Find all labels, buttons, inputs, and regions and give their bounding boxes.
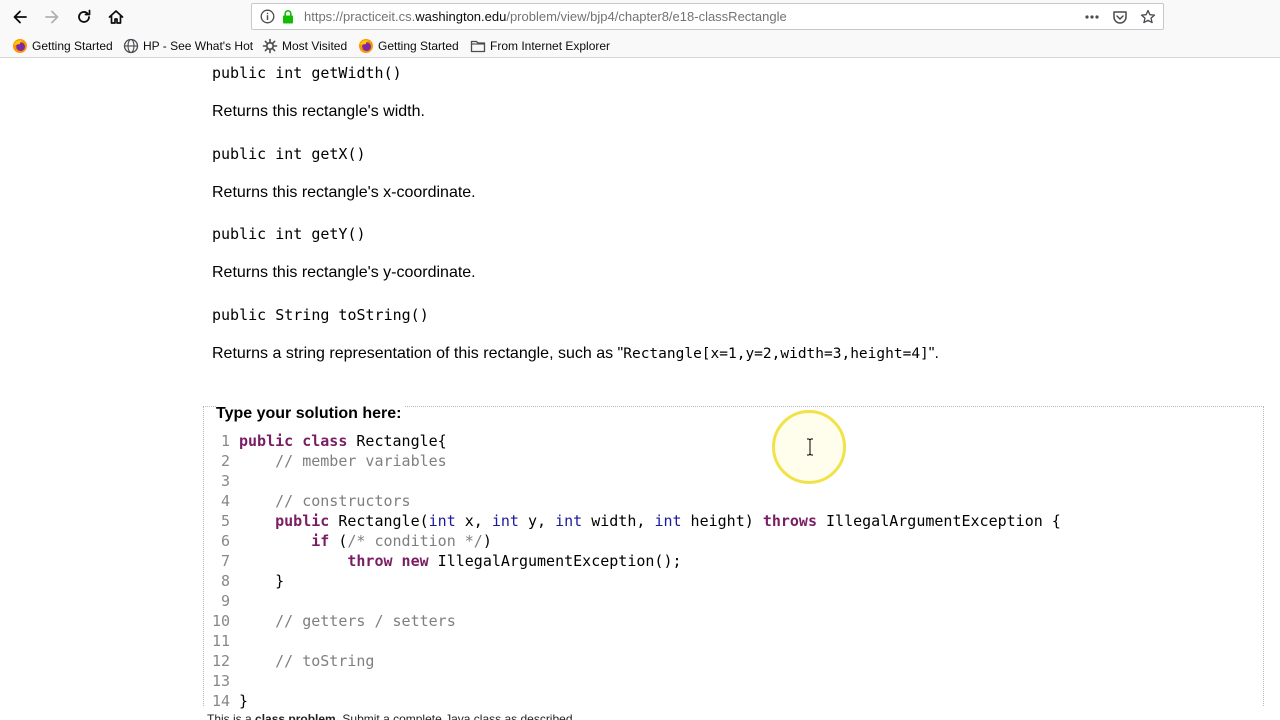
forward-arrow-icon xyxy=(45,10,59,24)
code-line[interactable]: 11 xyxy=(204,631,1263,651)
gear-icon xyxy=(262,38,278,54)
code-editor[interactable]: 1 public class Rectangle{ 2 // member var… xyxy=(204,422,1263,710)
page-content: public int getWidth() Returns this recta… xyxy=(0,58,1280,720)
home-button[interactable] xyxy=(102,3,130,31)
code-line[interactable]: 13 xyxy=(204,671,1263,691)
note-text: . Submit a complete Java class as descri… xyxy=(335,712,576,720)
code-line[interactable]: 9 xyxy=(204,591,1263,611)
method-signature: public String toString() xyxy=(212,306,429,324)
reload-button[interactable] xyxy=(70,3,98,31)
line-number: 14 xyxy=(211,692,230,710)
line-number: 2 xyxy=(220,452,230,470)
forward-button[interactable] xyxy=(38,3,66,31)
url-domain: washington.edu xyxy=(415,9,507,24)
code-line[interactable]: 8 } xyxy=(204,571,1263,591)
text-cursor-icon xyxy=(807,438,813,456)
line-number: 13 xyxy=(211,672,230,690)
code-line[interactable]: 4 // constructors xyxy=(204,491,1263,511)
code-line[interactable]: 5 public Rectangle(int x, int y, int wid… xyxy=(204,511,1263,531)
lock-icon[interactable] xyxy=(281,9,295,24)
line-number: 3 xyxy=(220,472,230,490)
code-line[interactable]: 7 throw new IllegalArgumentException(); xyxy=(204,551,1263,571)
code-text: } xyxy=(239,572,285,590)
code-line[interactable]: 2 // member variables xyxy=(204,451,1263,471)
solution-title: Type your solution here: xyxy=(216,405,405,423)
url-prefix: https://practiceit.cs. xyxy=(304,9,416,24)
address-bar-actions xyxy=(1081,6,1159,28)
address-bar[interactable]: https://practiceit.cs.washington.edu/pro… xyxy=(251,3,1164,30)
method-description: Returns this rectangle's width. xyxy=(212,103,425,120)
solution-box: Type your solution here: 1 public class R… xyxy=(203,405,1264,710)
code-text: if (/* condition */) xyxy=(311,532,492,550)
more-dots-icon xyxy=(1085,15,1099,19)
code-line[interactable]: 14} xyxy=(204,691,1263,711)
code-line[interactable]: 3 xyxy=(204,471,1263,491)
code-text: // constructors xyxy=(275,492,411,510)
code-text: public class Rectangle{ xyxy=(239,432,447,450)
method-signature: public int getY() xyxy=(212,225,366,243)
line-number: 12 xyxy=(211,652,230,670)
bookmark-label: Most Visited xyxy=(282,39,348,53)
home-icon xyxy=(108,10,124,24)
line-number: 6 xyxy=(220,532,230,550)
method-description: Returns this rectangle's y-coordinate. xyxy=(212,264,476,281)
bookmark-getting-started-2[interactable]: Getting Started xyxy=(358,38,459,54)
firefox-icon xyxy=(359,39,373,53)
code-line[interactable]: 12 // toString xyxy=(204,651,1263,671)
line-number: 1 xyxy=(220,432,230,450)
back-button[interactable] xyxy=(6,3,34,31)
method-description: Returns a string representation of this … xyxy=(212,345,939,363)
code-text: // member variables xyxy=(275,452,447,470)
description-text: Returns a string representation of this … xyxy=(212,345,624,362)
globe-icon xyxy=(123,38,139,54)
bookmark-star-button[interactable] xyxy=(1137,6,1159,28)
browser-toolbar: https://practiceit.cs.washington.edu/pro… xyxy=(0,0,1280,34)
note-text: This is a xyxy=(207,712,256,720)
bookmarks-toolbar: Getting Started HP - See What's Hot Most… xyxy=(0,34,1280,58)
reload-icon xyxy=(78,9,91,23)
problem-type-note: This is a class problem. Submit a comple… xyxy=(207,712,576,720)
line-number: 8 xyxy=(220,572,230,590)
bookmark-hp-see-whats-hot[interactable]: HP - See What's Hot xyxy=(123,38,253,54)
method-signature: public int getWidth() xyxy=(212,64,402,82)
line-number: 5 xyxy=(220,512,230,530)
star-icon xyxy=(1140,9,1156,24)
code-text: public Rectangle(int x, int y, int width… xyxy=(275,512,1061,530)
code-text: } xyxy=(239,692,249,710)
note-emphasis: class problem xyxy=(255,712,336,720)
description-text: ". xyxy=(928,345,939,362)
info-icon[interactable] xyxy=(260,9,275,24)
code-text: throw new IllegalArgumentException(); xyxy=(347,552,682,570)
line-number: 11 xyxy=(211,632,230,650)
bookmark-most-visited[interactable]: Most Visited xyxy=(262,38,347,54)
code-line[interactable]: 6 if (/* condition */) xyxy=(204,531,1263,551)
pocket-icon xyxy=(1113,11,1127,24)
firefox-icon xyxy=(13,39,27,53)
bookmark-getting-started-1[interactable]: Getting Started xyxy=(12,38,113,54)
bookmark-label: HP - See What's Hot xyxy=(143,39,254,53)
line-number: 7 xyxy=(220,552,230,570)
back-arrow-icon xyxy=(13,10,27,24)
line-number: 9 xyxy=(220,592,230,610)
code-text: // toString xyxy=(275,652,375,670)
bookmark-label: From Internet Explorer xyxy=(490,39,611,53)
bookmark-label: Getting Started xyxy=(32,39,113,53)
method-description: Returns this rectangle's x-coordinate. xyxy=(212,184,476,201)
url-path: /problem/view/bjp4/chapter8/e18-classRec… xyxy=(506,9,787,24)
code-text: // getters / setters xyxy=(275,612,456,630)
code-line[interactable]: 10 // getters / setters xyxy=(204,611,1263,631)
bookmark-from-internet-explorer[interactable]: From Internet Explorer xyxy=(470,38,610,54)
line-number: 4 xyxy=(220,492,230,510)
pocket-button[interactable] xyxy=(1109,6,1131,28)
bookmark-label: Getting Started xyxy=(378,39,459,53)
folder-icon xyxy=(470,40,486,53)
code-line[interactable]: 1 public class Rectangle{ xyxy=(204,431,1263,451)
description-code: Rectangle[x=1,y=2,width=3,height=4] xyxy=(623,346,929,362)
url-text[interactable]: https://practiceit.cs.washington.edu/pro… xyxy=(304,9,787,24)
page-actions-button[interactable] xyxy=(1081,6,1103,28)
method-signature: public int getX() xyxy=(212,145,366,163)
line-number: 10 xyxy=(211,612,230,630)
